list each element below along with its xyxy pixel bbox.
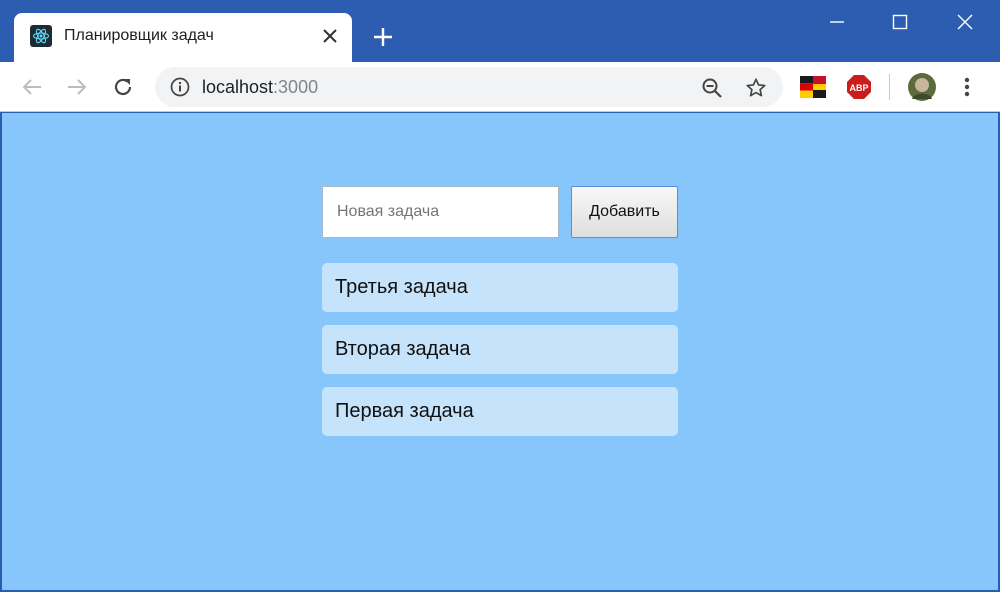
add-task-button[interactable]: Добавить xyxy=(571,186,678,238)
adblock-label: ABP xyxy=(849,83,868,93)
browser-titlebar: Планировщик задач xyxy=(0,0,1000,62)
url-port: :3000 xyxy=(273,77,319,97)
address-bar[interactable]: localhost:3000 xyxy=(155,67,783,107)
plus-icon[interactable] xyxy=(370,24,396,50)
zoom-out-icon[interactable] xyxy=(700,76,724,100)
close-icon[interactable] xyxy=(319,25,341,47)
back-arrow-icon[interactable] xyxy=(19,74,45,100)
info-icon[interactable] xyxy=(169,76,191,98)
browser-toolbar: localhost:3000 ABP xyxy=(0,62,1000,112)
toolbar-divider xyxy=(889,74,890,100)
adblock-plus-icon[interactable]: ABP xyxy=(846,74,872,100)
task-item[interactable]: Первая задача xyxy=(322,387,678,436)
minimize-icon[interactable] xyxy=(825,10,849,34)
reload-icon[interactable] xyxy=(110,74,136,100)
url-text[interactable]: localhost:3000 xyxy=(202,77,318,98)
browser-tab[interactable]: Планировщик задач xyxy=(14,13,352,62)
star-icon[interactable] xyxy=(744,76,768,100)
task-list: Третья задача Вторая задача Первая задач… xyxy=(322,263,678,449)
flag-extension-icon[interactable] xyxy=(800,74,826,100)
react-atom-icon xyxy=(30,25,52,47)
new-task-input[interactable] xyxy=(322,186,559,238)
window-close-icon[interactable] xyxy=(953,10,977,34)
profile-avatar[interactable] xyxy=(908,73,936,101)
tab-title: Планировщик задач xyxy=(64,27,214,44)
kebab-menu-icon[interactable] xyxy=(954,74,980,100)
task-item[interactable]: Третья задача xyxy=(322,263,678,312)
page-viewport: Добавить Третья задача Вторая задача Пер… xyxy=(2,113,998,590)
task-item[interactable]: Вторая задача xyxy=(322,325,678,374)
maximize-icon[interactable] xyxy=(888,10,912,34)
url-host: localhost xyxy=(202,77,274,97)
forward-arrow-icon[interactable] xyxy=(64,74,90,100)
